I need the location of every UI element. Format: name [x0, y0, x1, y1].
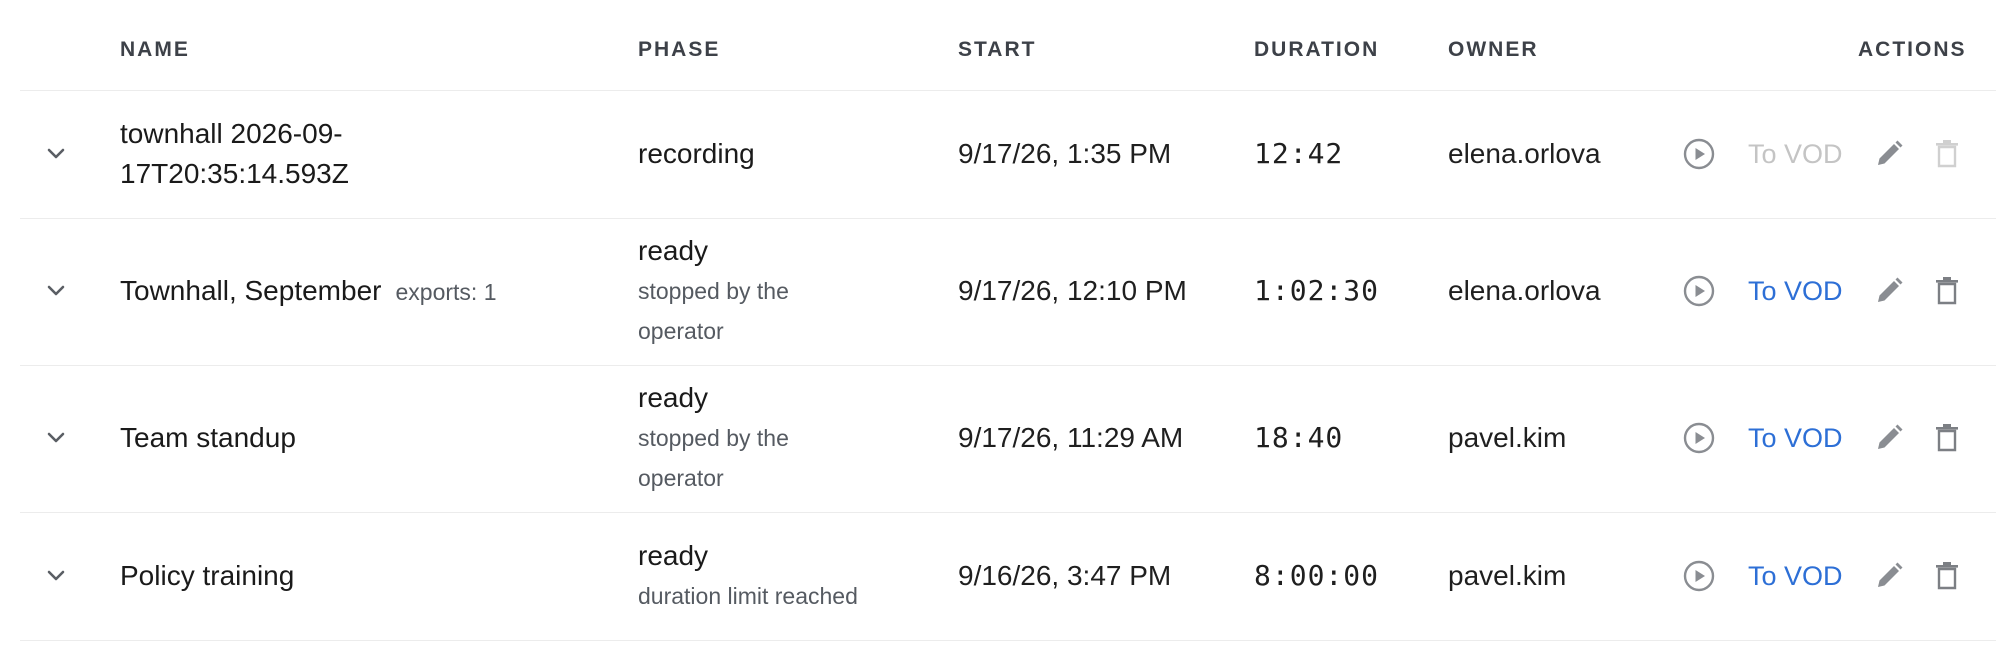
phase-status: ready: [638, 540, 709, 571]
trash-icon: [1930, 137, 1964, 171]
phase-detail-line2: operator: [638, 465, 724, 491]
delete-button[interactable]: [1930, 559, 1964, 593]
duration: 12:42: [1254, 137, 1344, 170]
pencil-icon: [1872, 559, 1906, 593]
phase-detail: duration limit reached: [638, 583, 858, 609]
column-header-phase[interactable]: PHASE: [638, 38, 720, 62]
edit-button[interactable]: [1872, 274, 1906, 308]
expand-row-button[interactable]: [36, 134, 76, 174]
play-circle-icon: [1682, 421, 1716, 455]
play-circle-icon: [1682, 137, 1716, 171]
play-button[interactable]: [1682, 421, 1716, 455]
expand-row-button[interactable]: [36, 556, 76, 596]
delete-button[interactable]: [1930, 274, 1964, 308]
recording-name-line1: townhall 2026-09-: [120, 118, 343, 149]
duration: 1:02:30: [1254, 274, 1380, 307]
recording-name: Policy training: [120, 560, 295, 591]
to-vod-button[interactable]: To VOD: [1748, 134, 1843, 174]
table-row[interactable]: Policy training ready duration limit rea…: [20, 513, 1996, 641]
pencil-icon: [1872, 274, 1906, 308]
phase-detail-line1: stopped by the: [638, 425, 789, 451]
phase-status: recording: [638, 138, 755, 169]
owner: pavel.kim: [1448, 560, 1567, 591]
column-header-actions: ACTIONS: [1858, 38, 1967, 61]
start-time: 9/17/26, 1:35 PM: [958, 138, 1172, 169]
trash-icon: [1930, 274, 1964, 308]
column-header-start[interactable]: START: [958, 38, 1036, 62]
play-button[interactable]: [1682, 274, 1716, 308]
column-header-name[interactable]: NAME: [120, 38, 190, 62]
column-header-owner[interactable]: OWNER: [1448, 38, 1539, 62]
edit-button[interactable]: [1872, 421, 1906, 455]
expand-row-button[interactable]: [36, 418, 76, 458]
exports-badge: exports: 1: [395, 279, 497, 305]
pencil-icon: [1872, 137, 1906, 171]
owner: pavel.kim: [1448, 422, 1567, 453]
chevron-down-icon: [36, 271, 76, 311]
chevron-down-icon: [36, 418, 76, 458]
phase-cell: ready stopped by the operator: [638, 378, 789, 498]
phase-status: ready: [638, 382, 709, 413]
play-button[interactable]: [1682, 559, 1716, 593]
phase-detail-line1: stopped by the: [638, 278, 789, 304]
table-row[interactable]: townhall 2026-09- 17T20:35:14.593Z recor…: [20, 91, 1996, 219]
phase-status: ready: [638, 235, 709, 266]
edit-button[interactable]: [1872, 559, 1906, 593]
table-row[interactable]: Team standup ready stopped by the operat…: [20, 366, 1996, 513]
trash-icon: [1930, 559, 1964, 593]
delete-button[interactable]: [1930, 137, 1964, 171]
play-button[interactable]: [1682, 137, 1716, 171]
owner: elena.orlova: [1448, 275, 1601, 306]
phase-detail-line2: operator: [638, 318, 724, 344]
table-header: NAME PHASE START DURATION OWNER ACTIONS: [20, 0, 1996, 91]
phase-cell: ready duration limit reached: [638, 536, 858, 616]
chevron-down-icon: [36, 556, 76, 596]
recording-name-text: Townhall, September: [120, 275, 382, 306]
start-time: 9/16/26, 3:47 PM: [958, 560, 1172, 591]
start-time: 9/17/26, 12:10 PM: [958, 275, 1187, 306]
owner: elena.orlova: [1448, 138, 1601, 169]
to-vod-button[interactable]: To VOD: [1748, 418, 1843, 458]
to-vod-button[interactable]: To VOD: [1748, 271, 1843, 311]
to-vod-button[interactable]: To VOD: [1748, 556, 1843, 596]
expand-row-button[interactable]: [36, 271, 76, 311]
table-row[interactable]: Townhall, September exports: 1 ready stop…: [20, 219, 1996, 366]
delete-button[interactable]: [1930, 421, 1964, 455]
recording-name: townhall 2026-09- 17T20:35:14.593Z: [120, 114, 349, 194]
recordings-table: NAME PHASE START DURATION OWNER ACTIONS …: [0, 0, 2016, 641]
trash-icon: [1930, 421, 1964, 455]
recording-name: Team standup: [120, 422, 296, 453]
phase-cell: ready stopped by the operator: [638, 231, 789, 351]
play-circle-icon: [1682, 559, 1716, 593]
start-time: 9/17/26, 11:29 AM: [958, 422, 1184, 453]
duration: 8:00:00: [1254, 559, 1380, 592]
pencil-icon: [1872, 421, 1906, 455]
play-circle-icon: [1682, 274, 1716, 308]
edit-button[interactable]: [1872, 137, 1906, 171]
duration: 18:40: [1254, 421, 1344, 454]
column-header-duration[interactable]: DURATION: [1254, 38, 1379, 62]
phase-cell: recording: [638, 134, 755, 174]
recording-name-line2: 17T20:35:14.593Z: [120, 158, 349, 189]
chevron-down-icon: [36, 134, 76, 174]
recording-name: Townhall, September exports: 1: [120, 271, 496, 312]
